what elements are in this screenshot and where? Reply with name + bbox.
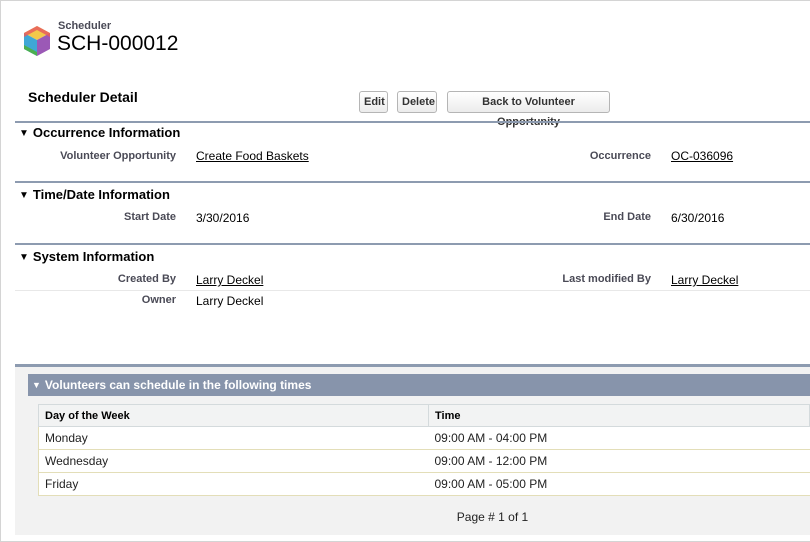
end-date-value: 6/30/2016 xyxy=(671,211,725,225)
time-cell: 09:00 AM - 04:00 PM xyxy=(428,426,810,450)
day-cell: Friday xyxy=(38,472,429,496)
column-header-day[interactable]: Day of the Week xyxy=(38,404,429,427)
last-modified-by-label: Last modified By xyxy=(562,273,651,285)
section-title: Time/Date Information xyxy=(32,187,170,202)
table-header-row: Day of the Week Time xyxy=(38,404,810,427)
back-to-volunteer-opportunity-button[interactable]: Back to Volunteer Opportunity xyxy=(447,91,610,128)
collapse-triangle-icon[interactable]: ▼ xyxy=(19,128,29,139)
detail-title: Scheduler Detail xyxy=(28,89,138,105)
section-time-date-header[interactable]: ▼ Time/Date Information xyxy=(19,187,170,202)
cube-icon xyxy=(24,26,50,56)
column-header-time[interactable]: Time xyxy=(428,404,810,427)
volunteer-opportunity-label: Volunteer Opportunity xyxy=(60,150,176,162)
section-title: Occurrence Information xyxy=(32,125,181,140)
collapse-triangle-icon[interactable]: ▼ xyxy=(19,190,29,201)
delete-button[interactable]: Delete xyxy=(397,91,437,113)
table-row: Friday 09:00 AM - 05:00 PM xyxy=(38,472,810,496)
last-modified-by-link[interactable]: Larry Deckel xyxy=(671,273,738,287)
section-divider xyxy=(15,121,810,123)
time-cell: 09:00 AM - 05:00 PM xyxy=(428,472,810,496)
section-title: System Information xyxy=(32,249,155,264)
created-by-link[interactable]: Larry Deckel xyxy=(196,273,263,287)
created-by-label: Created By xyxy=(117,273,176,285)
occurrence-label: Occurrence xyxy=(589,150,651,162)
related-list-header[interactable]: ▼ Volunteers can schedule in the followin… xyxy=(28,374,810,396)
collapse-triangle-icon[interactable]: ▼ xyxy=(19,252,29,263)
section-divider xyxy=(15,181,810,183)
edit-button[interactable]: Edit xyxy=(359,91,388,113)
end-date-label: End Date xyxy=(603,211,651,223)
section-divider xyxy=(15,243,810,245)
object-type-label: Scheduler xyxy=(58,20,112,32)
day-cell: Wednesday xyxy=(38,449,429,473)
table-row: Wednesday 09:00 AM - 12:00 PM xyxy=(38,449,810,473)
owner-value: Larry Deckel xyxy=(196,294,264,308)
related-list-title: Volunteers can schedule in the following… xyxy=(44,378,312,392)
section-occurrence-header[interactable]: ▼ Occurrence Information xyxy=(19,125,180,140)
volunteer-opportunity-link[interactable]: Create Food Baskets xyxy=(196,149,309,163)
time-cell: 09:00 AM - 12:00 PM xyxy=(428,449,810,473)
pager-text: Page # 1 of 1 xyxy=(456,510,529,524)
day-cell: Monday xyxy=(38,426,429,450)
collapse-triangle-icon[interactable]: ▼ xyxy=(32,380,41,390)
owner-label: Owner xyxy=(141,294,176,306)
occurrence-link[interactable]: OC-036096 xyxy=(671,149,733,163)
start-date-value: 3/30/2016 xyxy=(196,211,250,225)
table-row: Monday 09:00 AM - 04:00 PM xyxy=(38,426,810,450)
start-date-label: Start Date xyxy=(124,211,176,223)
section-system-header[interactable]: ▼ System Information xyxy=(19,249,154,264)
record-title: SCH-000012 xyxy=(57,32,179,55)
schedule-table: Day of the Week Time Monday 09:00 AM - 0… xyxy=(38,404,810,496)
field-row-divider xyxy=(15,290,810,291)
